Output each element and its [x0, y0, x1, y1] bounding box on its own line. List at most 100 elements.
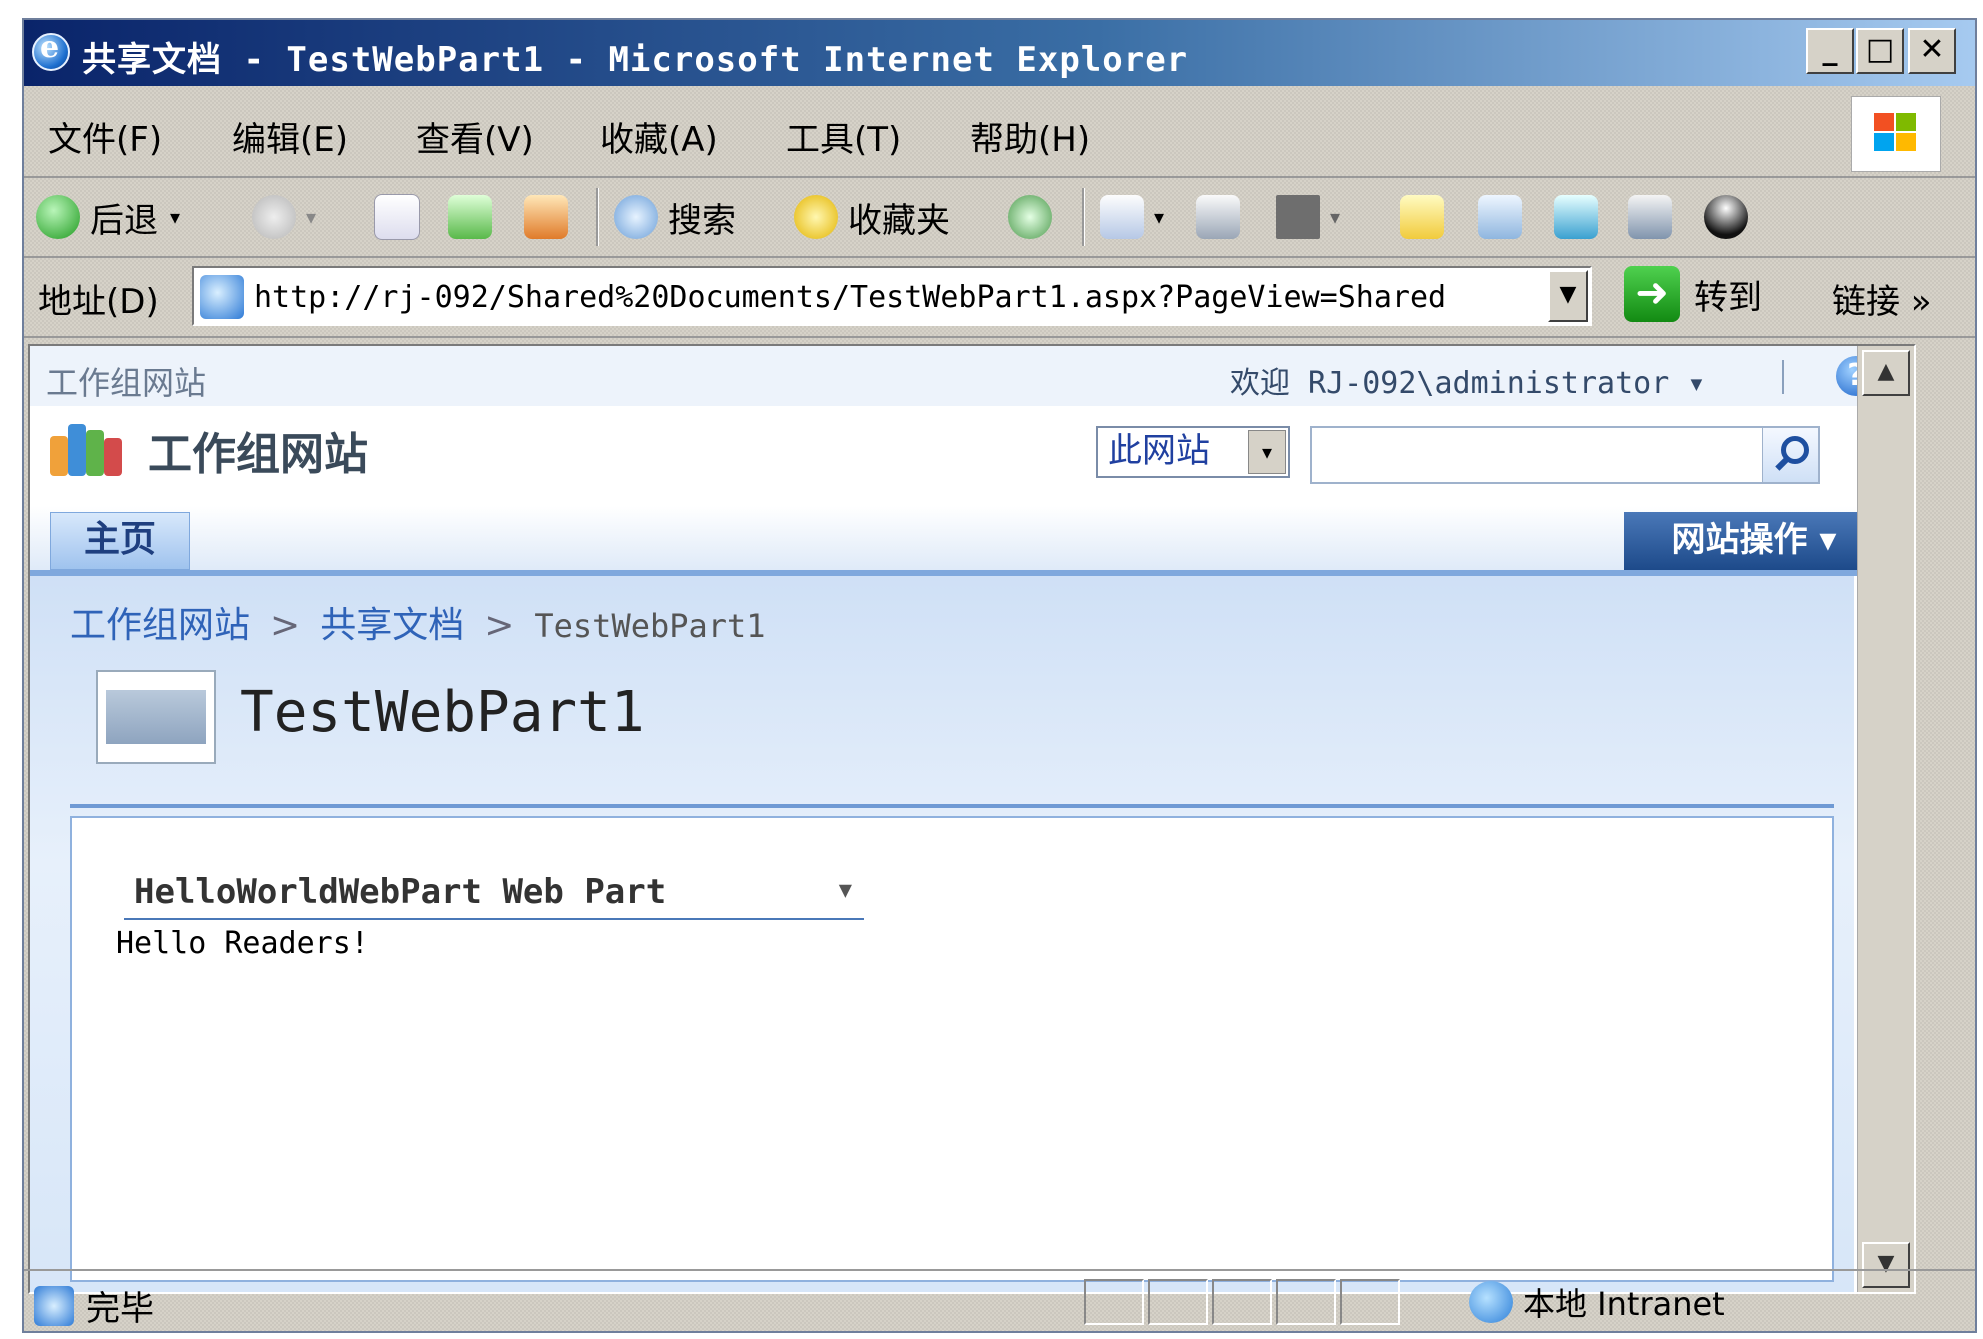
site-actions-button[interactable]: 网站操作 ▾: [1624, 512, 1884, 570]
address-dropdown-icon[interactable]: ▼: [1548, 270, 1588, 322]
qq-button[interactable]: [1704, 192, 1758, 242]
webpart-content: Hello Readers!: [116, 926, 369, 961]
webpart-page-icon: [96, 670, 216, 764]
title-divider: [70, 804, 1834, 808]
history-icon: [1008, 195, 1052, 239]
status-bar: 完毕 本地 Intranet: [24, 1269, 1975, 1331]
menu-tools[interactable]: 工具(T): [786, 112, 901, 161]
vertical-scrollbar[interactable]: ▲ ▼: [1857, 346, 1914, 1292]
menu-help[interactable]: 帮助(H): [970, 112, 1090, 161]
menu-edit[interactable]: 编辑(E): [232, 112, 348, 161]
divider: [1782, 360, 1784, 394]
favorites-button[interactable]: 收藏夹: [794, 192, 950, 242]
edit-button[interactable]: ▾: [1276, 192, 1340, 242]
main-content: 工作组网站 > 共享文档 > TestWebPart1 TestWebPart1 Hel…: [30, 576, 1854, 1292]
toolbar-separator: [1082, 188, 1085, 246]
standard-toolbar: 后退 ▾ ▾ 搜索 收藏夹 ▾ ▾: [24, 178, 1975, 258]
home-button[interactable]: [524, 192, 578, 242]
forward-button[interactable]: ▾: [252, 192, 316, 242]
back-button[interactable]: 后退 ▾: [36, 192, 180, 242]
home-icon: [524, 195, 568, 239]
menu-favorites[interactable]: 收藏(A): [600, 112, 718, 161]
site-people-icon: [50, 416, 124, 476]
back-arrow-icon: [36, 195, 80, 239]
search-icon: [614, 195, 658, 239]
search-input[interactable]: [1310, 426, 1820, 484]
webpart-menu-icon[interactable]: ▼: [839, 878, 852, 903]
zone-label: 本地 Intranet: [1523, 1285, 1725, 1323]
messenger-icon: [1478, 195, 1522, 239]
window-title: 共享文档 - TestWebPart1 - Microsoft Internet…: [82, 40, 1189, 80]
messenger-button[interactable]: [1478, 192, 1532, 242]
breadcrumb-separator-icon: >: [270, 605, 301, 646]
tab-home[interactable]: 主页: [50, 512, 190, 570]
breadcrumb-site[interactable]: 工作组网站: [70, 605, 250, 646]
address-bar: 地址(D) http://rj-092/Shared%20Documents/T…: [24, 258, 1975, 338]
global-bar: 工作组网站 欢迎 RJ-092\administrator ▾ ?: [30, 346, 1914, 407]
menu-file[interactable]: 文件(F): [48, 112, 162, 161]
edit-icon: [1276, 195, 1320, 239]
breadcrumb-shared-docs[interactable]: 共享文档: [320, 605, 464, 646]
menu-bar: 文件(F) 编辑(E) 查看(V) 收藏(A) 工具(T) 帮助(H): [24, 90, 1975, 178]
forward-arrow-icon: [252, 195, 296, 239]
forward-dropdown-icon[interactable]: ▾: [306, 205, 316, 229]
intranet-icon: [1469, 1281, 1513, 1323]
tools-button[interactable]: [1628, 192, 1682, 242]
chevron-down-icon[interactable]: ▾: [1248, 430, 1286, 474]
address-url: http://rj-092/Shared%20Documents/TestWeb…: [254, 280, 1447, 315]
print-icon: [1196, 195, 1240, 239]
welcome-menu[interactable]: 欢迎 RJ-092\administrator ▾: [1230, 358, 1705, 402]
research-icon: [1554, 195, 1598, 239]
note-icon: [1400, 195, 1444, 239]
stop-icon: [374, 194, 420, 240]
site-title[interactable]: 工作组网站: [148, 418, 368, 482]
address-label: 地址(D): [38, 282, 159, 322]
stop-button[interactable]: [374, 192, 430, 242]
go-arrow-icon: ➜: [1624, 266, 1680, 322]
close-button[interactable]: ✕: [1908, 28, 1956, 74]
address-input[interactable]: http://rj-092/Shared%20Documents/TestWeb…: [192, 266, 1592, 326]
mail-dropdown-icon[interactable]: ▾: [1154, 205, 1164, 229]
note-button[interactable]: [1400, 192, 1454, 242]
webpart-title-text: HelloWorldWebPart Web Part: [134, 872, 667, 912]
mail-button[interactable]: ▾: [1100, 192, 1164, 242]
penguin-icon: [1704, 195, 1748, 239]
maximize-button[interactable]: □: [1856, 28, 1904, 74]
breadcrumb-current: TestWebPart1: [534, 607, 766, 645]
links-button[interactable]: 链接 »: [1832, 274, 1932, 323]
print-button[interactable]: [1196, 192, 1250, 242]
ie-icon: [32, 30, 70, 71]
back-label: 后退: [90, 200, 158, 241]
title-bar[interactable]: 共享文档 - TestWebPart1 - Microsoft Internet…: [24, 20, 1975, 86]
mail-icon: [1100, 195, 1144, 239]
top-nav: 主页 网站操作 ▾: [30, 506, 1914, 576]
status-pane: [1276, 1279, 1336, 1325]
refresh-button[interactable]: [448, 192, 502, 242]
status-text-area: 完毕: [34, 1281, 154, 1330]
search-button[interactable]: 搜索: [614, 192, 736, 242]
research-button[interactable]: [1554, 192, 1608, 242]
minimize-button[interactable]: _: [1806, 28, 1854, 74]
site-header: 工作组网站 此网站 ▾: [30, 406, 1914, 506]
go-label: 转到: [1694, 277, 1762, 318]
history-button[interactable]: [1008, 192, 1062, 242]
page-viewport: 工作组网站 欢迎 RJ-092\administrator ▾ ? 工作组网站 …: [28, 344, 1916, 1294]
search-go-icon[interactable]: [1762, 428, 1818, 482]
back-dropdown-icon[interactable]: ▾: [170, 205, 180, 229]
search-scope-select[interactable]: 此网站 ▾: [1096, 426, 1290, 478]
menu-view[interactable]: 查看(V): [416, 112, 534, 161]
favorites-label: 收藏夹: [848, 200, 950, 241]
page-status-icon: [34, 1285, 74, 1326]
status-pane: [1212, 1279, 1272, 1325]
edit-dropdown-icon[interactable]: ▾: [1330, 205, 1340, 229]
webpart-title: HelloWorldWebPart Web Part ▼: [124, 872, 864, 920]
status-pane: [1148, 1279, 1208, 1325]
security-zone: 本地 Intranet: [1469, 1279, 1725, 1325]
status-text: 完毕: [86, 1289, 154, 1329]
scroll-up-icon[interactable]: ▲: [1862, 350, 1910, 396]
page-title: TestWebPart1: [240, 680, 645, 745]
go-button[interactable]: ➜ 转到: [1624, 266, 1762, 322]
top-site-link[interactable]: 工作组网站: [46, 358, 206, 404]
ie-window: 共享文档 - TestWebPart1 - Microsoft Internet…: [22, 18, 1977, 1333]
breadcrumb-separator-icon: >: [484, 605, 515, 646]
